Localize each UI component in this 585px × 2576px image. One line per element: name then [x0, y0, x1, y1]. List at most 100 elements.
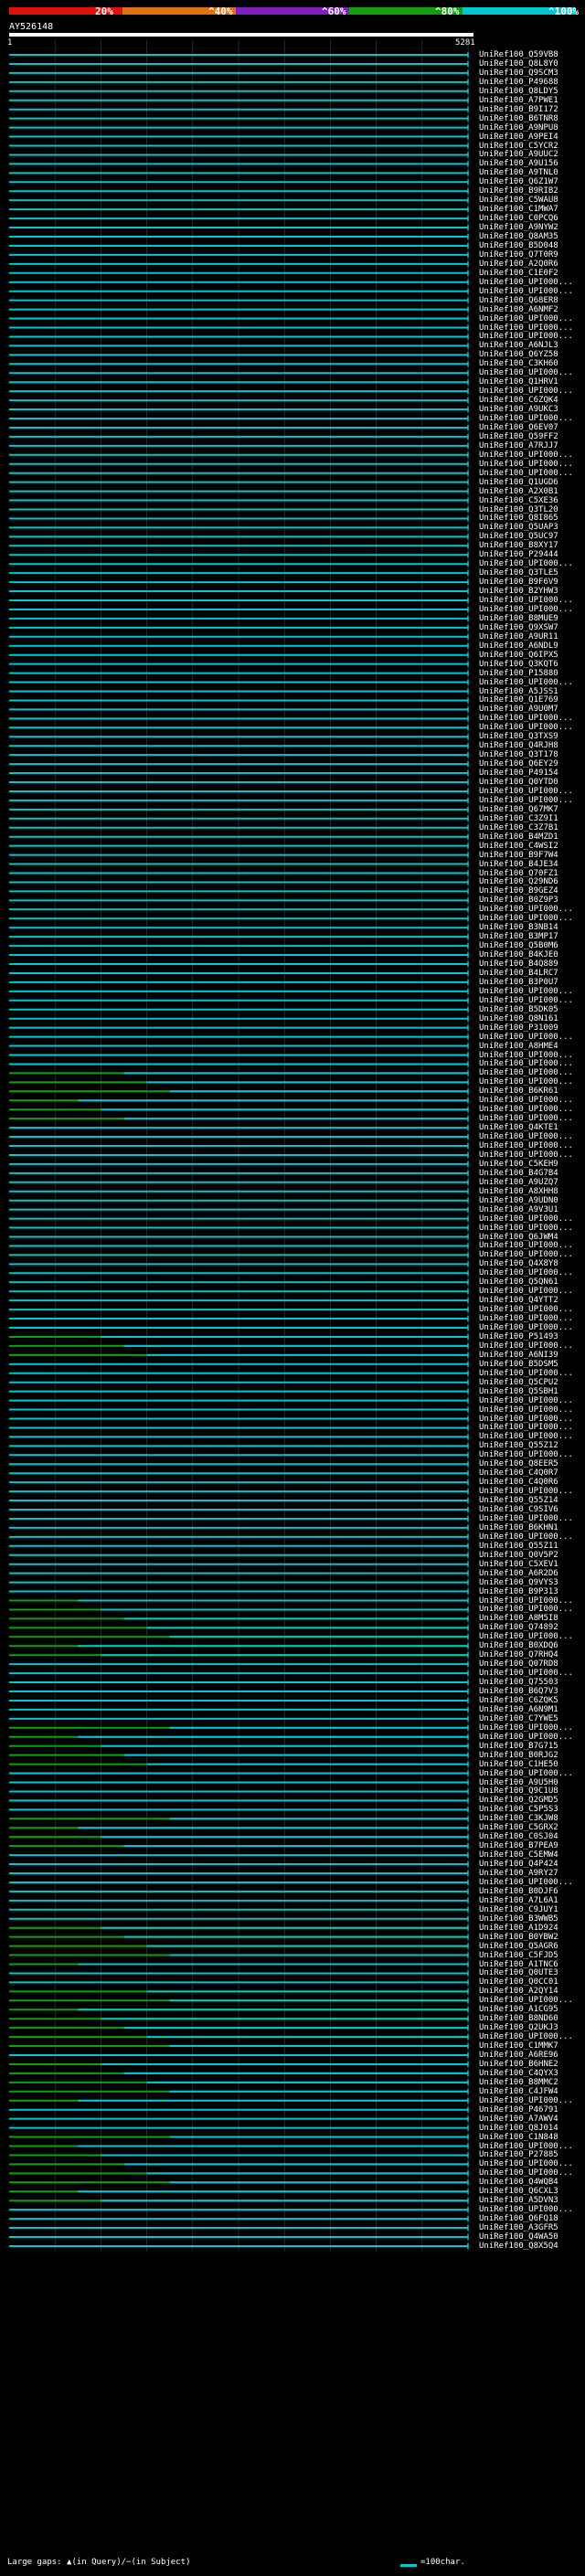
- hit-label[interactable]: UniRef100_UPI000...: [479, 278, 585, 287]
- hit-label[interactable]: UniRef100_B9RIB2: [479, 186, 585, 196]
- hit-label[interactable]: UniRef100_A7RJJ7: [479, 441, 585, 451]
- hit-label[interactable]: UniRef100_Q9XSW7: [479, 623, 585, 632]
- hit-label[interactable]: UniRef100_C3KJW8: [479, 1814, 585, 1823]
- hit-label[interactable]: UniRef100_UPI000...: [479, 796, 585, 805]
- hit-label[interactable]: UniRef100_C0PCQ6: [479, 214, 585, 223]
- hit-label[interactable]: UniRef100_B5D048: [479, 241, 585, 250]
- hit-label[interactable]: UniRef100_A9U156: [479, 159, 585, 168]
- hit-label[interactable]: UniRef100_Q74892: [479, 1623, 585, 1632]
- hit-label[interactable]: UniRef100_Q8N161: [479, 1014, 585, 1023]
- hit-label[interactable]: UniRef100_UPI000...: [479, 1596, 585, 1606]
- hit-label[interactable]: UniRef100_Q4KTE1: [479, 1123, 585, 1132]
- hit-label[interactable]: UniRef100_C4Q0R7: [479, 1468, 585, 1478]
- hit-label[interactable]: UniRef100_UPI000...: [479, 1723, 585, 1733]
- hit-label[interactable]: UniRef100_A9NYW2: [479, 223, 585, 232]
- hit-label[interactable]: UniRef100_Q8J014: [479, 2124, 585, 2133]
- hit-label[interactable]: UniRef100_UPI000...: [479, 596, 585, 605]
- hit-label[interactable]: UniRef100_Q07RD8: [479, 1659, 585, 1669]
- hit-label[interactable]: UniRef100_Q6YZ58: [479, 350, 585, 359]
- hit-label[interactable]: UniRef100_Q1E769: [479, 695, 585, 705]
- hit-label[interactable]: UniRef100_UPI000...: [479, 323, 585, 333]
- hit-label[interactable]: UniRef100_B0YBW2: [479, 1933, 585, 1942]
- hit-label[interactable]: UniRef100_Q29ND6: [479, 877, 585, 886]
- hit-label[interactable]: UniRef100_A2X0B1: [479, 487, 585, 496]
- hit-label[interactable]: UniRef100_B4KJE0: [479, 950, 585, 959]
- hit-label[interactable]: UniRef100_B2YHW3: [479, 587, 585, 596]
- hit-label[interactable]: UniRef100_UPI000...: [479, 1450, 585, 1459]
- hit-label[interactable]: UniRef100_Q9VYS3: [479, 1578, 585, 1587]
- hit-label[interactable]: UniRef100_UPI000...: [479, 368, 585, 377]
- hit-label[interactable]: UniRef100_C9JUY1: [479, 1905, 585, 1914]
- hit-label[interactable]: UniRef100_A9UUC2: [479, 150, 585, 159]
- hit-label[interactable]: UniRef100_A6NJL3: [479, 341, 585, 350]
- hit-label[interactable]: UniRef100_Q5AGR6: [479, 1942, 585, 1951]
- hit-label[interactable]: UniRef100_B7G715: [479, 1742, 585, 1751]
- hit-label[interactable]: UniRef100_A9UZQ7: [479, 1178, 585, 1187]
- hit-label[interactable]: UniRef100_Q5QN61: [479, 1277, 585, 1287]
- hit-label[interactable]: UniRef100_C7YWE5: [479, 1714, 585, 1723]
- hit-label[interactable]: UniRef100_A5JSS1: [479, 687, 585, 696]
- hit-label[interactable]: UniRef100_B4JE34: [479, 860, 585, 869]
- hit-label[interactable]: UniRef100_B6HNE2: [479, 2060, 585, 2069]
- hit-label[interactable]: UniRef100_P15880: [479, 669, 585, 678]
- hit-label[interactable]: UniRef100_B3WWB5: [479, 1914, 585, 1924]
- hit-label[interactable]: UniRef100_UPI000...: [479, 996, 585, 1005]
- hit-label[interactable]: UniRef100_B0DJF6: [479, 1887, 585, 1896]
- hit-label[interactable]: UniRef100_Q0UTE3: [479, 1968, 585, 1977]
- hit-label[interactable]: UniRef100_Q5UAP3: [479, 523, 585, 532]
- hit-label[interactable]: UniRef100_C4Q0R6: [479, 1478, 585, 1487]
- hit-label[interactable]: UniRef100_A8HME4: [479, 1042, 585, 1051]
- hit-label[interactable]: UniRef100_UPI000...: [479, 469, 585, 478]
- hit-label[interactable]: UniRef100_P49688: [479, 78, 585, 87]
- hit-label[interactable]: UniRef100_UPI000...: [479, 723, 585, 732]
- hit-label[interactable]: UniRef100_C1HE50: [479, 1760, 585, 1769]
- hit-label[interactable]: UniRef100_A6RE96: [479, 2051, 585, 2060]
- hit-label[interactable]: UniRef100_A3GFR5: [479, 2223, 585, 2232]
- hit-label[interactable]: UniRef100_C6ZQK4: [479, 396, 585, 405]
- hit-label[interactable]: UniRef100_UPI000...: [479, 1114, 585, 1123]
- hit-label[interactable]: UniRef100_Q5CPU2: [479, 1378, 585, 1387]
- hit-label[interactable]: UniRef100_Q4RJH8: [479, 741, 585, 750]
- hit-label[interactable]: UniRef100_A9UR11: [479, 632, 585, 641]
- hit-label[interactable]: UniRef100_B9I172: [479, 105, 585, 114]
- hit-label[interactable]: UniRef100_UPI000...: [479, 1396, 585, 1405]
- hit-label[interactable]: UniRef100_B9F7W4: [479, 851, 585, 860]
- hit-label[interactable]: UniRef100_Q6FQ18: [479, 2214, 585, 2223]
- hit-label[interactable]: UniRef100_Q5UC97: [479, 532, 585, 541]
- hit-label[interactable]: UniRef100_UPI000...: [479, 1415, 585, 1424]
- hit-label[interactable]: UniRef100_Q5SBH1: [479, 1387, 585, 1396]
- hit-label[interactable]: UniRef100_C1N848: [479, 2133, 585, 2142]
- hit-label[interactable]: UniRef100_C5XEV1: [479, 1560, 585, 1569]
- hit-label[interactable]: UniRef100_UPI000...: [479, 1068, 585, 1077]
- hit-label[interactable]: UniRef100_Q3KQT6: [479, 660, 585, 669]
- hit-label[interactable]: UniRef100_UPI000...: [479, 1341, 585, 1351]
- hit-label[interactable]: UniRef100_Q0YTD0: [479, 778, 585, 787]
- hit-label[interactable]: UniRef100_B6KR61: [479, 1087, 585, 1096]
- hit-label[interactable]: UniRef100_Q0V5P2: [479, 1551, 585, 1560]
- hit-label[interactable]: UniRef100_UPI000...: [479, 1733, 585, 1742]
- hit-label[interactable]: UniRef100_Q6CXL3: [479, 2187, 585, 2196]
- hit-label[interactable]: UniRef100_UPI000...: [479, 1432, 585, 1441]
- hit-label[interactable]: UniRef100_Q3TLE5: [479, 568, 585, 578]
- hit-label[interactable]: UniRef100_UPI000...: [479, 1532, 585, 1542]
- hit-label[interactable]: UniRef100_C6ZQK5: [479, 1696, 585, 1705]
- hit-label[interactable]: UniRef100_C5KEH9: [479, 1160, 585, 1169]
- hit-label[interactable]: UniRef100_A5DVN3: [479, 2196, 585, 2205]
- hit-label[interactable]: UniRef100_C3KH60: [479, 359, 585, 368]
- hit-label[interactable]: UniRef100_UPI000...: [479, 2096, 585, 2105]
- hit-label[interactable]: UniRef100_Q75503: [479, 1678, 585, 1687]
- hit-label[interactable]: UniRef100_UPI000...: [479, 714, 585, 723]
- hit-label[interactable]: UniRef100_B9P313: [479, 1587, 585, 1596]
- hit-label[interactable]: UniRef100_P31009: [479, 1023, 585, 1033]
- hit-label[interactable]: UniRef100_Q6JWM4: [479, 1233, 585, 1242]
- hit-label[interactable]: UniRef100_P49154: [479, 769, 585, 778]
- hit-label[interactable]: UniRef100_Q4WQB4: [479, 2178, 585, 2187]
- hit-label[interactable]: UniRef100_B8XY17: [479, 541, 585, 550]
- hit-label[interactable]: UniRef100_Q5B0M6: [479, 941, 585, 950]
- hit-label[interactable]: UniRef100_B5DSM5: [479, 1360, 585, 1369]
- hit-label[interactable]: UniRef100_UPI000...: [479, 1051, 585, 1060]
- hit-label[interactable]: UniRef100_Q68ER8: [479, 296, 585, 305]
- hit-label[interactable]: UniRef100_A9U0M7: [479, 705, 585, 714]
- hit-label[interactable]: UniRef100_Q3TXS9: [479, 732, 585, 741]
- hit-label[interactable]: UniRef100_B3MP17: [479, 932, 585, 941]
